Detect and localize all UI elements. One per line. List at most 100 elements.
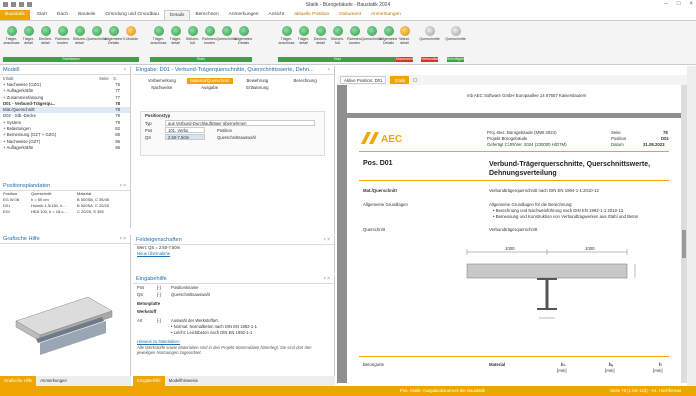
ribbon-button-0[interactable]: Träger-anschluss (3, 23, 20, 57)
ribbon-button-icon (23, 26, 34, 36)
input-subtab[interactable]: Material/Querschnitt (186, 78, 233, 84)
field-label: Position (217, 128, 232, 133)
ribbon-button-icon (108, 26, 119, 36)
positionstyp-group: Positionstyp Typ aus Verbund-Durchlaufträ… (140, 111, 325, 156)
tab-7[interactable]: Anmerkungen (224, 10, 264, 20)
input-pane: Eingabe: D01 - Verbund-Trägerquerschnitt… (133, 66, 335, 234)
maximize-icon[interactable]: □ (677, 1, 681, 7)
ribbon-button-14[interactable]: Träger-anschluss (278, 23, 295, 57)
page-icon[interactable]: ▢ (413, 77, 417, 83)
tab-2[interactable]: Dach (52, 10, 73, 20)
ribbon-button-15[interactable]: Träger-detail (295, 23, 312, 57)
status-bar: Pos. Statik: Ausgabedokument der Baustat… (0, 386, 696, 396)
close-icon[interactable]: × (689, 1, 693, 7)
close-icon[interactable]: ᵖ × (324, 275, 330, 284)
field-input[interactable]: 2.50-7.50m (165, 134, 205, 140)
input-subtab[interactable]: Vorbemerkung (139, 78, 185, 84)
ribbon-button-13[interactable]: Allgemeine Details (235, 23, 252, 57)
field-input[interactable]: aus Verbund-Durchlaufträger übernehmen (165, 120, 315, 126)
help-desc: Querschnittsauswahl (171, 292, 210, 297)
active-position-button[interactable]: Aktive Position: D01 (340, 76, 387, 84)
tab-5[interactable]: Details (163, 10, 191, 20)
positionsplan-row[interactable]: E01 HEA 100, b = 18 c... C 20/25, S 355 (0, 209, 130, 215)
ribbon-button-23[interactable]: Querschnitte (445, 23, 466, 57)
document-view[interactable]: mb AEC Software GmbH Europaallee 14 6765… (337, 85, 681, 383)
window-title: Statik - Bürogebäude - Baustatik 2024 (305, 1, 391, 8)
ribbon-button-8[interactable]: Träger-anschluss (150, 23, 167, 57)
tab-3[interactable]: Bauteile (73, 10, 100, 20)
dimension-left: 1000 (505, 246, 515, 251)
scroll-thumb[interactable] (682, 230, 686, 258)
tab-10[interactable]: Dokument (334, 10, 366, 20)
ribbon-button-10[interactable]: Stützen-fuß (184, 23, 201, 57)
ribbon-group-label: Schnittgrößen (447, 57, 470, 62)
pin-icon[interactable]: ᵖ (328, 66, 330, 75)
ribbon-button-6[interactable]: Allgemeine Details (105, 23, 122, 57)
minimize-icon[interactable]: – (665, 1, 668, 7)
close-icon[interactable]: ᵖ × (120, 235, 126, 244)
ribbon-button-12[interactable]: Querschnitte (216, 23, 237, 57)
tab-1[interactable]: Start (32, 10, 52, 20)
beff-col: bₑ (609, 362, 614, 367)
ribbon-button-label: Träger-anschluss (278, 37, 295, 45)
beff-unit: [mm] (605, 368, 615, 373)
input-subtab[interactable]: Bewehrung (235, 78, 281, 84)
ribbon-button-label: Allgemeine Details (234, 37, 253, 45)
mat-label: Mat./Querschnitt (363, 188, 397, 193)
model-pane: Modell ᵖ Inhalt Seite S. + Nachweise (GZG… (0, 66, 131, 182)
properties-title: Feldeigenschaften ᵖ × (133, 236, 334, 245)
ribbon-button-icon (332, 26, 343, 36)
ribbon-button-16[interactable]: Decken-detail (312, 23, 329, 57)
ribbon-button-icon (204, 26, 215, 36)
tree-item[interactable]: + Auflagerkräfte 96 (0, 145, 130, 151)
input-help-tab[interactable]: Eingabehilfe (133, 376, 165, 386)
model-pane-title: Modell ᵖ (0, 66, 130, 75)
close-icon[interactable]: ᵖ × (120, 182, 126, 191)
ribbon-button-3[interactable]: Rahmen-knoten (54, 23, 71, 57)
ribbon-button-icon (315, 26, 326, 36)
help-tab[interactable]: Anmerkungen (36, 376, 71, 386)
ribbon-button-22[interactable]: Querschnitte (419, 23, 440, 57)
ribbon-button-1[interactable]: Träger-detail (20, 23, 37, 57)
ribbon-button-label: Träger-detail (22, 37, 35, 45)
input-subtab[interactable]: Berechnung (282, 78, 328, 84)
mat-value: Verbundträgerquerschnitt nach DIN EN 199… (489, 188, 599, 193)
ribbon-button-17[interactable]: Stützen-fuß (329, 23, 346, 57)
seite-value: 78 (663, 130, 668, 135)
help-tab[interactable]: Grafische Hilfe (0, 376, 37, 386)
positionsplan-title: Positionsplandaten ᵖ × (0, 182, 130, 191)
tab-11[interactable]: Anmerkungen (366, 10, 406, 20)
ribbon-button-icon (366, 26, 377, 36)
field-key: Pos (145, 128, 153, 133)
hinweis-text: Alle Werkstoffe sowie Materialien sind i… (137, 345, 312, 355)
document-page: AEC Proj.-Bez. Bürogebäude (MWI 2024) Pr… (347, 118, 681, 383)
field-input[interactable]: 101. Verbu (165, 127, 205, 133)
material-col: Material (489, 362, 506, 367)
tab-8[interactable]: Ansicht (264, 10, 290, 20)
input-subtab[interactable]: Nachweise (139, 85, 185, 91)
input-subtab[interactable]: Ausgabe (187, 85, 233, 91)
tab-6[interactable]: Berechnen (190, 10, 223, 20)
ribbon-button-icon (187, 26, 198, 36)
ribbon-button-20[interactable]: Allgemeine Details (380, 23, 397, 57)
tab-9[interactable]: aktuelle Position (289, 10, 334, 20)
field-key: QS (145, 135, 152, 140)
input-subtab[interactable]: Erläuterung (235, 85, 281, 91)
tab-4[interactable]: Gründung und Grundbau (100, 10, 163, 20)
properties-pane: Feldeigenschaften ᵖ × Wert: QS = 2.50-7.5… (133, 236, 335, 273)
close-icon[interactable]: ᵖ × (324, 236, 330, 245)
b0-unit: [mm] (557, 368, 567, 373)
pin-icon[interactable]: ᵖ (124, 66, 126, 75)
werkstoff-heading: Werkstoff (137, 309, 157, 314)
position-heading: Pos. D01 (363, 160, 393, 167)
statik-button[interactable]: Statik (390, 76, 410, 84)
input-help-tab[interactable]: Modellhinweise (165, 376, 202, 386)
ribbon-button-2[interactable]: Decken-detail (37, 23, 54, 57)
ribbon-button-21[interactable]: Wand-detail (396, 23, 413, 57)
tab-0[interactable]: Baustatik (0, 10, 30, 20)
ribbon-button-5[interactable]: Querschnitte (86, 23, 107, 57)
neue-uebernahme-link[interactable]: Neue Übernahme (133, 251, 334, 257)
ribbon-button-7[interactable]: X-Module (122, 23, 139, 57)
ribbon-button-19[interactable]: Querschnitte (361, 23, 382, 57)
ribbon-button-9[interactable]: Träger-detail (167, 23, 184, 57)
